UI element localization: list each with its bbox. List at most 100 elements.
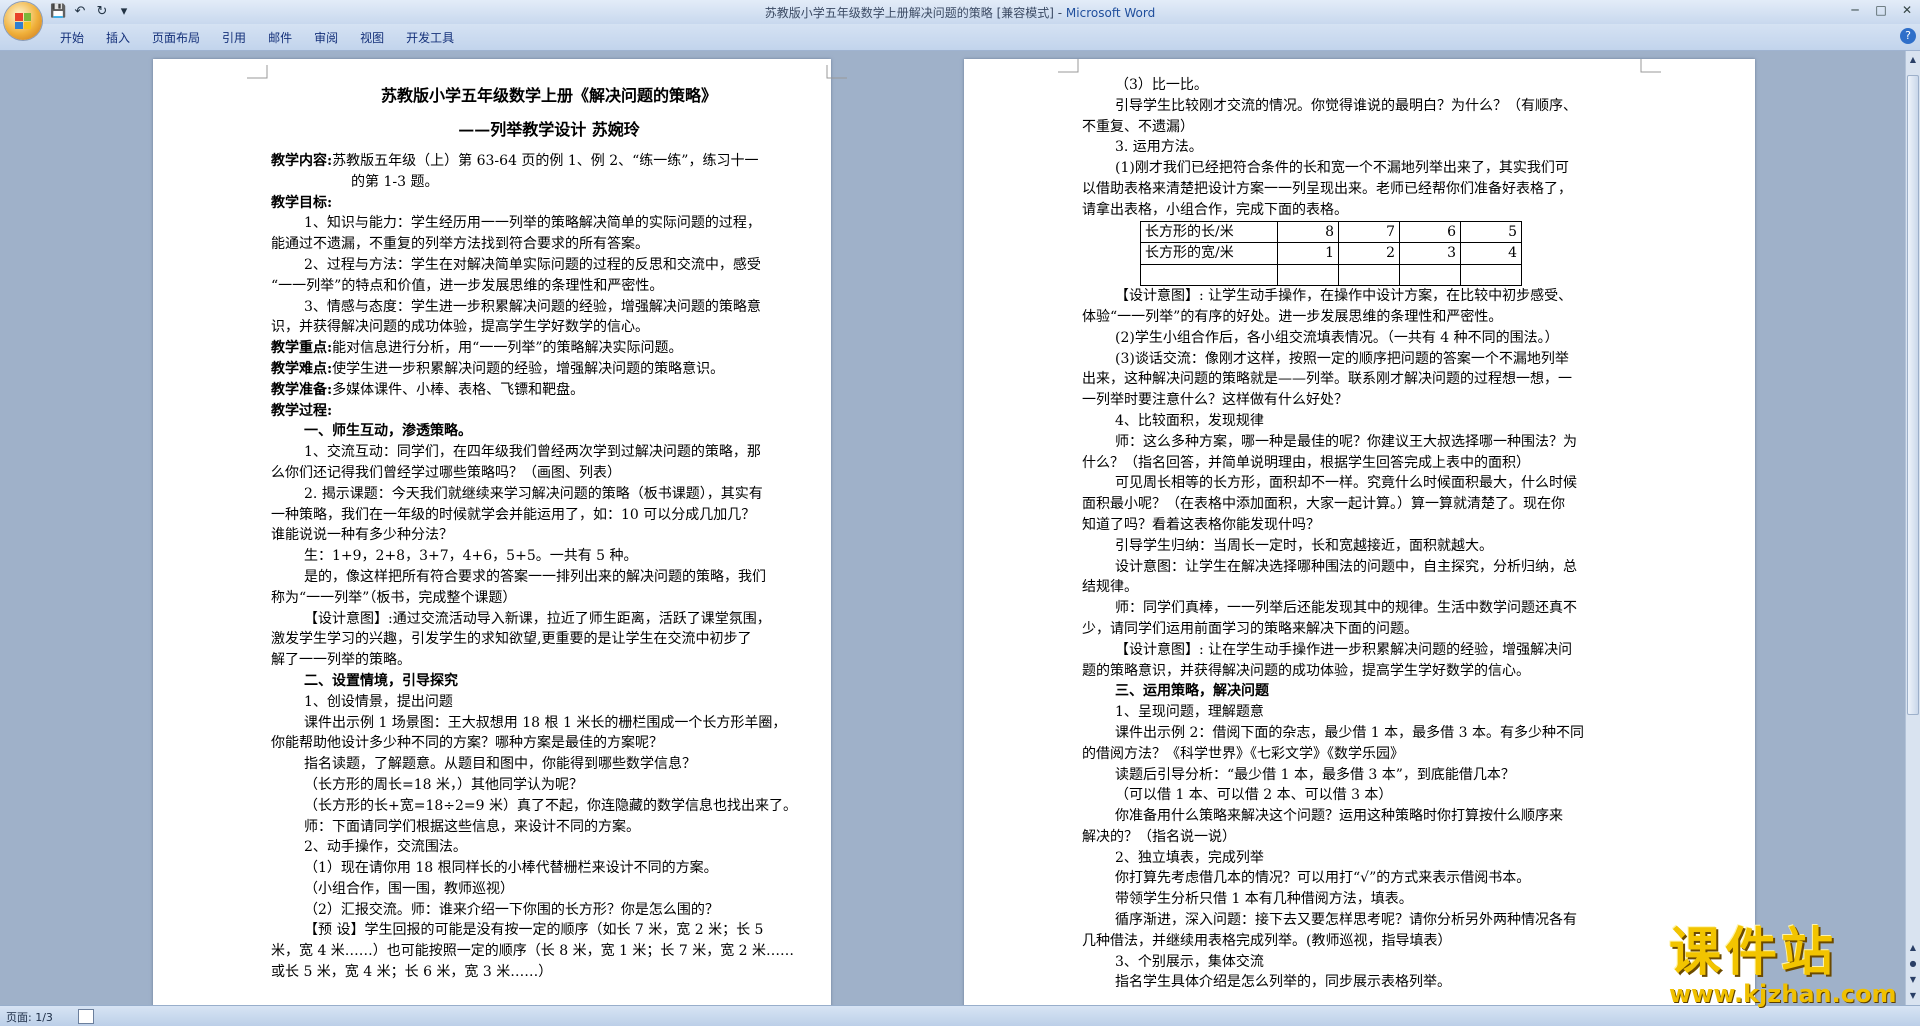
paragraph: 4、比较面积，发现规律 — [1115, 412, 1264, 429]
document-title-heading: 苏教版小学五年级数学上册《解决问题的策略》 — [380, 86, 717, 105]
paragraph: 1、知识与能力：学生经历用一一列举的策略解决简单的实际问题的过程， — [304, 215, 761, 232]
office-button[interactable] — [4, 2, 42, 40]
paragraph: 师：这么多种方案，哪一种是最佳的呢？你建议王大叔选择哪一种围法？为 — [1115, 433, 1577, 450]
paragraph: 么你们还记得我们曾经学过哪些策略吗？（画图、列表） — [271, 464, 621, 481]
paragraph: 2. 揭示课题：今天我们就继续来学习解决问题的策略（板书课题），其实有 — [304, 485, 763, 502]
page-indicator[interactable]: 页面: 1/3 — [6, 1009, 53, 1025]
paragraph: 以借助表格来清楚把设计方案一一列呈现出来。老师已经帮你们准备好表格了， — [1082, 180, 1572, 197]
paragraph: 能通过不遗漏，不重复的列举方法找到符合要求的所有答案。 — [271, 236, 649, 253]
tab-review[interactable]: 审阅 — [306, 29, 352, 47]
status-bar: 页面: 1/3 — [0, 1005, 1920, 1026]
paragraph: 生：1+9，2+8，3+7，4+6，5+5。一共有 5 种。 — [304, 548, 638, 565]
table-cell — [1338, 264, 1400, 287]
document-area[interactable]: 苏教版小学五年级数学上册《解决问题的策略》 ——列举教学设计 苏婉玲 教学内容:… — [0, 51, 1906, 1005]
paragraph: 1、交流互动：同学们，在四年级我们曾经两次学到过解决问题的策略，那 — [304, 444, 761, 461]
margin-mark-icon — [1058, 59, 1079, 73]
paragraph: 设计意图：让学生在解决选择哪种围法的问题中，自主探究，分析归纳，总 — [1115, 558, 1577, 575]
close-icon[interactable]: ✕ — [1898, 2, 1916, 18]
label-preparation: 教学准备: — [271, 381, 333, 398]
paragraph: 不重复、不遗漏） — [1082, 118, 1194, 135]
paragraph: 出来，这种解决问题的策略就是——列举。联系刚才解决问题的过程想一想，一 — [1082, 371, 1572, 388]
paragraph: （长方形的长+宽=18÷2=9 米）真了不起，你连隐藏的数学信息也找出来了。 — [304, 797, 797, 814]
paragraph: 3、个别展示，集体交流 — [1115, 953, 1264, 970]
page-1[interactable]: 苏教版小学五年级数学上册《解决问题的策略》 ——列举教学设计 苏婉玲 教学内容:… — [153, 59, 847, 1005]
tab-home[interactable]: 开始 — [52, 29, 98, 47]
paragraph: 【设计意图】: 让在学生动手操作进一步积累解决问题的经验，增强解决问 — [1115, 641, 1573, 658]
paragraph: 2、过程与方法：学生在对解决简单实际问题的过程的反思和交流中，感受 — [304, 256, 761, 273]
paragraph: 的借阅方法？《科学世界》《七彩文学》《数学乐园》 — [1082, 745, 1404, 762]
paragraph: 题的策略意识，并获得解决问题的成功体验，提高学生学好数学的信心。 — [1082, 662, 1530, 679]
paragraph: 少，请同学们运用前面学习的策略来解决下面的问题。 — [1082, 620, 1418, 637]
table-cell: 3 — [1399, 242, 1461, 266]
text-teaching-content: 苏教版五年级（上）第 63-64 页的例 1、例 2、“练一练”，练习十一 — [332, 153, 759, 169]
paragraph: 称为“一一列举”（板书，完成整个课题） — [271, 589, 517, 606]
minimize-icon[interactable]: ─ — [1846, 2, 1864, 18]
maximize-icon[interactable]: □ — [1872, 2, 1890, 18]
tab-developer[interactable]: 开发工具 — [398, 29, 468, 47]
table-cell — [1460, 264, 1522, 287]
paragraph: （2）汇报交流。师：谁来介绍一下你围的长方形？你是怎么围的？ — [304, 901, 719, 918]
margin-mark-icon — [247, 65, 268, 79]
watermark-logo: 课件站 www.kjzhan.com — [1669, 925, 1909, 1007]
scrollbar-thumb[interactable] — [1907, 75, 1919, 715]
table-row: 长方形的长/米 8 7 6 5 — [1140, 220, 1522, 244]
paragraph: 1、呈现问题，理解题意 — [1115, 704, 1264, 721]
document-title: 苏教版小学五年级数学上册解决问题的策略 [兼容模式] - — [764, 6, 1066, 20]
help-icon[interactable]: ? — [1900, 28, 1916, 44]
paragraph: 是的，像这样把所有符合要求的答案一一排列出来的解决问题的策略，我们 — [304, 568, 766, 585]
table-cell: 7 — [1338, 220, 1400, 244]
paragraph: 带领学生分析只借 1 本有几种借阅方法，填表。 — [1115, 891, 1413, 908]
paragraph: 3. 运用方法。 — [1115, 139, 1203, 156]
window-controls: ─ □ ✕ — [1846, 2, 1916, 18]
tab-insert[interactable]: 插入 — [98, 29, 144, 47]
paragraph: 请拿出表格，小组合作，完成下面的表格。 — [1082, 201, 1348, 218]
paragraph: 解了一一列举的策略。 — [271, 652, 411, 669]
tab-references[interactable]: 引用 — [214, 29, 260, 47]
table-row: 长方形的宽/米 1 2 3 4 — [1140, 242, 1522, 266]
margin-mark-icon — [1640, 59, 1661, 73]
paragraph: 你准备用什么策略来解决这个问题？运用这种策略时你打算按什么顺序来 — [1115, 808, 1563, 825]
scroll-up-icon[interactable]: ▲ — [1907, 53, 1919, 67]
paragraph: 【预 设】学生回报的可能是没有按一定的顺序（如长 7 米，宽 2 米；长 5 — [304, 922, 764, 939]
paragraph: 指名读题，了解题意。从题目和图中，你能得到哪些数学信息？ — [304, 756, 696, 773]
tab-view[interactable]: 视图 — [352, 29, 398, 47]
section-heading: 二、设置情境，引导探究 — [304, 672, 458, 689]
title-bar: 💾 ↶ ↻ ▾ 苏教版小学五年级数学上册解决问题的策略 [兼容模式] - Mic… — [0, 0, 1920, 24]
paragraph: 识，并获得解决问题的成功体验，提高学生学好数学的信心。 — [271, 319, 649, 336]
proofing-icon[interactable] — [78, 1009, 94, 1024]
paragraph: 【设计意图】: 让学生动手操作，在操作中设计方案，在比较中初步感受、 — [1115, 288, 1573, 305]
tab-mailings[interactable]: 邮件 — [260, 29, 306, 47]
ribbon-tabs: 开始 插入 页面布局 引用 邮件 审阅 视图 开发工具 ? — [0, 24, 1920, 51]
table-cell: 2 — [1338, 242, 1400, 266]
watermark-url: www.kjzhan.com — [1669, 980, 1897, 1008]
table-row — [1140, 264, 1522, 287]
text-difficulty: 使学生进一步积累解决问题的经验，增强解决问题的策略意识。 — [332, 360, 725, 377]
paragraph: 读题后引导分析：“最少借 1 本，最多借 3 本”，到底能借几本？ — [1115, 766, 1515, 783]
vertical-scrollbar[interactable]: ▲ ▲ ● ▼ ▼ — [1905, 51, 1920, 1005]
app-name: Microsoft Word — [1065, 6, 1156, 20]
window-title: 苏教版小学五年级数学上册解决问题的策略 [兼容模式] - Microsoft W… — [0, 4, 1920, 21]
paragraph: （3）比一比。 — [1115, 77, 1208, 93]
table-cell: 5 — [1460, 220, 1522, 244]
paragraph: 体验“一一列举”的有序的好处。进一步发展思维的条理性和严密性。 — [1082, 308, 1503, 325]
paragraph: 米，宽 4 米……）也可能按照一定的顺序（长 8 米，宽 1 米；长 7 米，宽… — [271, 943, 795, 960]
paragraph: (1)刚才我们已经把符合条件的长和宽一个不漏地列举出来了，其实我们可 — [1115, 160, 1569, 177]
paragraph: 谁能说说一种有多少种分法？ — [271, 527, 453, 544]
page-2[interactable]: （3）比一比。 引导学生比较刚才交流的情况。你觉得谁说的最明白？为什么？（有顺序… — [964, 59, 1755, 1005]
paragraph: 指名学生具体介绍是怎么列举的，同步展示表格列举。 — [1115, 974, 1451, 991]
paragraph: 你打算先考虑借几本的情况？可以用打“√”的方式来表示借阅书本。 — [1115, 870, 1531, 887]
text-teaching-content-2: 的第 1-3 题。 — [351, 173, 439, 190]
table-cell: 6 — [1399, 220, 1461, 244]
paragraph: “一一列举”的特点和价值，进一步发展思维的条理性和严密性。 — [271, 277, 664, 294]
table-cell — [1399, 264, 1461, 287]
office-logo-icon — [15, 13, 31, 29]
paragraph: （1）现在请你用 18 根同样长的小棒代替栅栏来设计不同的方案。 — [304, 860, 718, 877]
table-cell — [1140, 264, 1278, 287]
paragraph: 面积最小呢？（在表格中添加面积，大家一起计算。）算一算就清楚了。现在你 — [1082, 496, 1565, 513]
tab-page-layout[interactable]: 页面布局 — [144, 29, 214, 47]
document-subtitle: ——列举教学设计 苏婉玲 — [458, 120, 640, 139]
paragraph: 激发学生学习的兴趣，引发学生的求知欲望,更重要的是让学生在交流中初步了 — [271, 631, 752, 648]
paragraph: 3、情感与态度：学生进一步积累解决问题的经验，增强解决问题的策略意 — [304, 298, 761, 315]
table-cell: 8 — [1277, 220, 1339, 244]
paragraph: （小组合作，围一围，教师巡视） — [304, 880, 514, 897]
